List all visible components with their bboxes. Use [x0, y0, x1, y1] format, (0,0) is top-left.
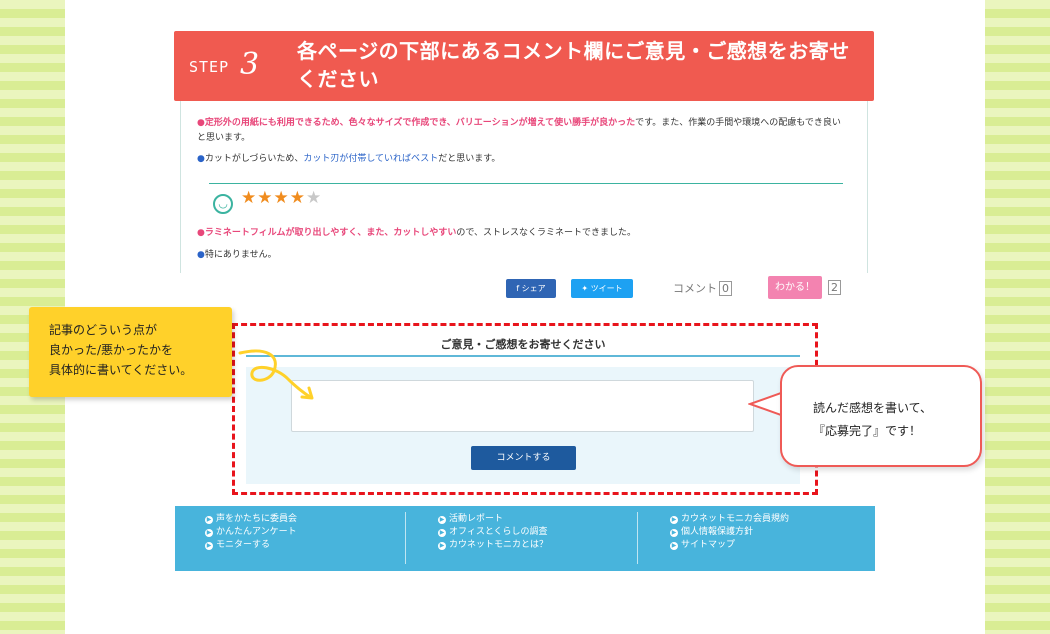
review-divider [209, 183, 843, 184]
smiley-icon: ◡ [213, 194, 233, 214]
tweet-label: ツイート [590, 284, 623, 293]
instruction-note: 記事のどういう点が 良かった/悪かったかを 具体的に書いてください。 [29, 307, 232, 397]
empty-star-icon: ★ [305, 188, 323, 208]
comment-textarea[interactable] [291, 380, 754, 432]
footer-link[interactable]: ▶ オフィスとくらしの調査 [438, 526, 548, 539]
review-text: だと思います。 [438, 154, 501, 164]
footer-link[interactable]: ▶ 声をかたちに委員会 [205, 513, 297, 526]
step-banner: STEP 3 各ページの下部にあるコメント欄にご意見・ご感想をお寄せください [174, 31, 874, 101]
footer-link-label: カウネットモニカとは？ [449, 540, 549, 550]
footer-link-label: 活動レポート [449, 514, 504, 524]
footer-link-label: オフィスとくらしの調査 [449, 527, 548, 537]
footer-link-label: モニターする [216, 540, 271, 550]
speech-bubble: 読んだ感想を書いて、 『応募完了』です！ [780, 365, 982, 467]
review-blue-highlight: カット刃が付帯していればベスト [303, 154, 439, 164]
facebook-share-button[interactable]: f シェア [506, 279, 556, 298]
curl-arrow-icon [238, 349, 314, 400]
review-section: ●定形外の用紙にも利用できるため、色々なサイズで作成でき、バリエーションが増えて… [180, 101, 868, 273]
footer-link[interactable]: ▶ カウネットモニカとは？ [438, 539, 548, 552]
arrow-circle-icon: ▶ [670, 542, 678, 550]
twitter-bird-icon: ✦ [581, 284, 591, 293]
review-paragraph-4: ●特にありません。 [197, 248, 847, 263]
blue-bullet-icon: ● [197, 250, 205, 260]
bubble-line: 読んだ感想を書いて、 [813, 401, 933, 415]
footer-separator [405, 512, 406, 564]
filled-stars-icon: ★★★★ [241, 188, 306, 208]
arrow-circle-icon: ▶ [670, 516, 678, 524]
review-paragraph-2: ●カットがしづらいため、カット刃が付帯していればベストだと思います。 [197, 152, 847, 167]
arrow-circle-icon: ▶ [205, 529, 213, 537]
pink-bullet-icon: ● [197, 228, 205, 238]
footer-link[interactable]: ▶ モニターする [205, 539, 297, 552]
arrow-circle-icon: ▶ [438, 529, 446, 537]
footer-link-label: 声をかたちに委員会 [216, 514, 298, 524]
blue-bullet-icon: ● [197, 154, 205, 164]
step-number: 3 [240, 47, 260, 82]
footer-link[interactable]: ▶ 個人情報保護方針 [670, 526, 789, 539]
arrow-circle-icon: ▶ [205, 542, 213, 550]
pink-bullet-icon: ● [197, 118, 205, 128]
step-word: STEP [189, 58, 230, 76]
footer-link[interactable]: ▶ サイトマップ [670, 539, 789, 552]
review-paragraph-3: ●ラミネートフィルムが取り出しやすく、また、カットしやすいので、ストレスなくラミ… [197, 226, 847, 241]
footer-link[interactable]: ▶ 活動レポート [438, 513, 548, 526]
like-count: 2 [826, 280, 841, 295]
arrow-circle-icon: ▶ [205, 516, 213, 524]
arrow-circle-icon: ▶ [438, 516, 446, 524]
bubble-tail [748, 391, 784, 417]
comment-submit-button[interactable]: コメントする [471, 446, 576, 470]
note-line: 記事のどういう点が [49, 323, 158, 337]
comment-label: コメント [673, 282, 717, 295]
footer-link-label: サイトマップ [681, 540, 736, 550]
star-rating: ★★★★★ [241, 188, 323, 208]
review-highlight: 定形外の用紙にも利用できるため、色々なサイズで作成でき、バリエーションが増えて使… [204, 118, 636, 128]
review-text: 特にありません。 [204, 250, 277, 260]
footer-column-1: ▶ 声をかたちに委員会 ▶ かんたんアンケート ▶ モニターする [205, 513, 297, 552]
review-highlight: ラミネートフィルムが取り出しやすく、また、カットしやすい [204, 228, 457, 238]
footer-separator [637, 512, 638, 564]
site-footer: ▶ 声をかたちに委員会 ▶ かんたんアンケート ▶ モニターする ▶ 活動レポート ▶ オ… [175, 506, 875, 571]
review-text: カットがしづらいため、 [204, 154, 304, 164]
footer-link-label: かんたんアンケート [216, 527, 297, 537]
comment-count[interactable]: コメント 0 [673, 279, 732, 298]
footer-link-label: 個人情報保護方針 [681, 527, 754, 537]
note-line: 具体的に書いてください。 [49, 363, 193, 377]
footer-link-label: カウネットモニカ会員規約 [681, 514, 790, 524]
twitter-tweet-button[interactable]: ✦ ツイート [571, 279, 633, 298]
right-striped-margin [985, 0, 1050, 634]
footer-column-3: ▶ カウネットモニカ会員規約 ▶ 個人情報保護方針 ▶ サイトマップ [670, 513, 789, 552]
facebook-share-label: シェア [521, 284, 546, 293]
note-line: 良かった/悪かったかを [49, 343, 174, 357]
arrow-circle-icon: ▶ [670, 529, 678, 537]
comment-form-title: ご意見・ご感想をお寄せください [440, 338, 606, 351]
review-text: ので、ストレスなくラミネートできました。 [456, 228, 636, 238]
like-button[interactable]: わかる！ [768, 276, 822, 299]
footer-link[interactable]: ▶ カウネットモニカ会員規約 [670, 513, 789, 526]
arrow-circle-icon: ▶ [438, 542, 446, 550]
comment-count-value: 0 [719, 281, 732, 296]
footer-link[interactable]: ▶ かんたんアンケート [205, 526, 297, 539]
like-count-value: 2 [828, 280, 841, 295]
step-title: 各ページの下部にあるコメント欄にご意見・ご感想をお寄せください [297, 39, 850, 91]
footer-column-2: ▶ 活動レポート ▶ オフィスとくらしの調査 ▶ カウネットモニカとは？ [438, 513, 548, 552]
bubble-line: 『応募完了』です！ [813, 424, 922, 438]
review-paragraph-1: ●定形外の用紙にも利用できるため、色々なサイズで作成でき、バリエーションが増えて… [197, 116, 847, 146]
form-title-underline [246, 355, 800, 357]
